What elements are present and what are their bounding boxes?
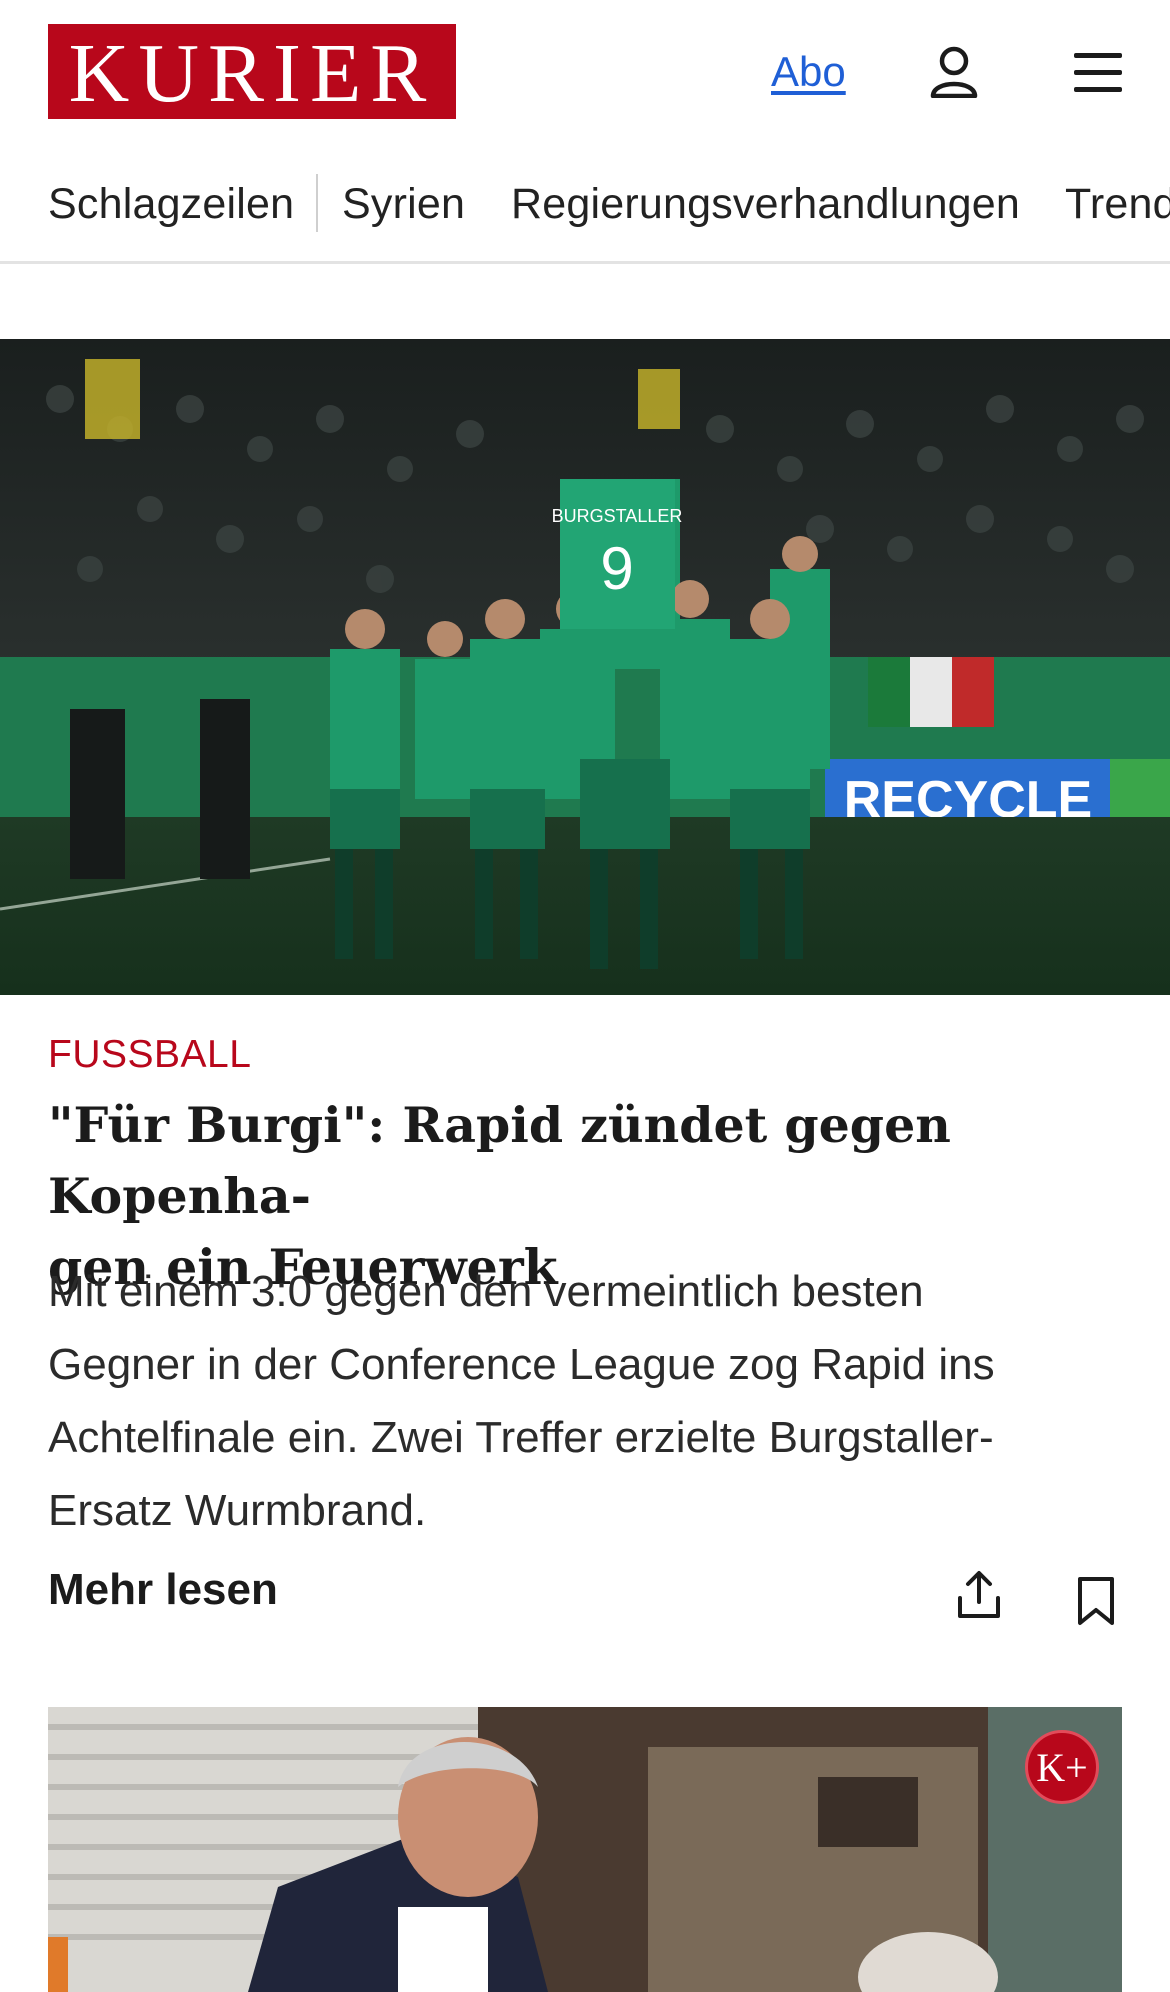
teaser-line: Mit einem 3:0 gegen den vermeintlich bes… — [48, 1267, 924, 1316]
menu-icon[interactable] — [1072, 50, 1124, 94]
topic-nav: Schlagzeilen Syrien Regierungsverhandlun… — [0, 160, 1170, 264]
headline-line: "Für Burgi": Rapid zündet gegen Kopenha- — [48, 1096, 951, 1225]
nav-item-trends[interactable]: Trends — [1065, 180, 1170, 229]
second-article-image[interactable] — [48, 1707, 1122, 1992]
article-kicker[interactable]: FUSSBALL — [48, 1033, 251, 1077]
teaser-line: Achtelfinale ein. Zwei Treffer erzielte … — [48, 1413, 994, 1462]
premium-badge: K+ — [1025, 1730, 1099, 1804]
bookmark-icon[interactable] — [1076, 1576, 1116, 1626]
nav-divider — [316, 174, 318, 232]
user-icon[interactable] — [930, 46, 978, 98]
abo-link[interactable]: Abo — [771, 48, 846, 96]
share-icon[interactable] — [956, 1570, 1002, 1620]
interview-illustration — [48, 1707, 1122, 1992]
kurier-logo[interactable]: KURIER — [48, 24, 456, 119]
read-more-link[interactable]: Mehr lesen — [48, 1565, 278, 1615]
jersey-name: BURGSTALLER — [552, 506, 683, 526]
logo-text: KURIER — [68, 26, 436, 120]
teaser-line: Gegner in der Conference League zog Rapi… — [48, 1340, 995, 1389]
article-teaser: Mit einem 3:0 gegen den vermeintlich bes… — [48, 1255, 1128, 1547]
nav-item-regierungsverhandlungen[interactable]: Regierungsverhandlungen — [511, 180, 1020, 229]
hero-image[interactable]: RECYCLE BURGSTALLER 9 — [0, 339, 1170, 995]
teaser-line: Ersatz Wurmbrand. — [48, 1486, 427, 1535]
nav-item-syrien[interactable]: Syrien — [342, 180, 465, 229]
football-celebration-illustration: RECYCLE BURGSTALLER 9 — [0, 339, 1170, 995]
nav-item-schlagzeilen[interactable]: Schlagzeilen — [48, 180, 294, 229]
jersey-number: 9 — [600, 535, 633, 602]
site-header: KURIER Abo — [0, 0, 1170, 140]
